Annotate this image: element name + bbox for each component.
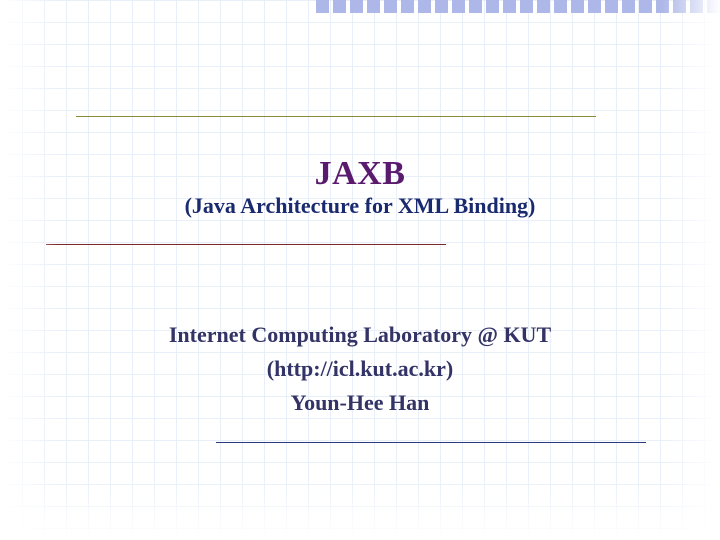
divider-bottom (216, 442, 646, 443)
top-decorative-squares (316, 0, 720, 14)
decorative-square (622, 0, 635, 13)
decorative-square (537, 0, 550, 13)
grid-background (0, 0, 720, 540)
decorative-square (469, 0, 482, 13)
decorative-square (605, 0, 618, 13)
decorative-square (520, 0, 533, 13)
decorative-square (333, 0, 346, 13)
decorative-square (452, 0, 465, 13)
decorative-square (350, 0, 363, 13)
decorative-square (707, 0, 720, 13)
decorative-square (384, 0, 397, 13)
body-line-url: (http://icl.kut.ac.kr) (0, 352, 720, 386)
decorative-square (690, 0, 703, 13)
divider-middle (46, 244, 446, 245)
slide-subtitle: (Java Architecture for XML Binding) (0, 193, 720, 219)
body-line-author: Youn-Hee Han (0, 386, 720, 420)
decorative-square (571, 0, 584, 13)
body-line-lab: Internet Computing Laboratory @ KUT (0, 318, 720, 352)
slide-title: JAXB (0, 155, 720, 193)
decorative-square (673, 0, 686, 13)
decorative-square (554, 0, 567, 13)
divider-top (76, 116, 596, 117)
decorative-square (639, 0, 652, 13)
decorative-square (486, 0, 499, 13)
decorative-square (401, 0, 414, 13)
decorative-square (435, 0, 448, 13)
decorative-square (503, 0, 516, 13)
decorative-square (656, 0, 669, 13)
decorative-square (367, 0, 380, 13)
slide-body: Internet Computing Laboratory @ KUT (htt… (0, 318, 720, 420)
decorative-square (418, 0, 431, 13)
decorative-square (588, 0, 601, 13)
decorative-square (316, 0, 329, 13)
